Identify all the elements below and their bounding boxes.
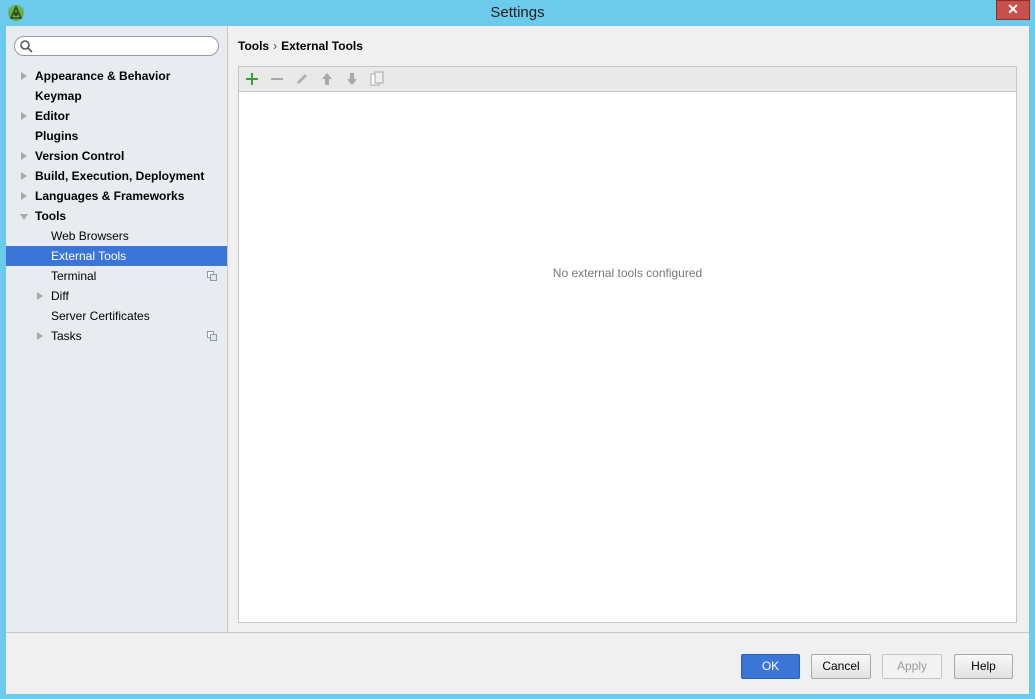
copy-icon[interactable] — [369, 71, 385, 87]
sidebar-item-label: Languages & Frameworks — [35, 189, 185, 203]
title-bar: Settings ✕ — [0, 0, 1035, 26]
settings-sidebar: Appearance & Behavior Keymap Editor Plug… — [6, 26, 228, 632]
sidebar-item-plugins[interactable]: Plugins — [6, 126, 227, 146]
sidebar-item-tools[interactable]: Tools — [6, 206, 227, 226]
breadcrumb: Tools › External Tools — [238, 39, 363, 53]
sidebar-item-label: Web Browsers — [51, 229, 129, 243]
sidebar-item-label: Appearance & Behavior — [35, 69, 171, 83]
expand-arrow-icon[interactable] — [21, 172, 27, 180]
external-tools-list[interactable]: No external tools configured — [238, 92, 1017, 623]
breadcrumb-parent: Tools — [238, 39, 270, 53]
sidebar-item-keymap[interactable]: Keymap — [6, 86, 227, 106]
add-icon[interactable] — [244, 71, 260, 87]
sidebar-item-label: Tasks — [51, 329, 82, 343]
collapse-arrow-icon[interactable] — [20, 214, 28, 220]
sidebar-item-tasks[interactable]: Tasks — [6, 326, 227, 346]
move-down-icon[interactable] — [344, 71, 360, 87]
sidebar-item-label: Build, Execution, Deployment — [35, 169, 205, 183]
sidebar-item-terminal[interactable]: Terminal — [6, 266, 227, 286]
expand-arrow-icon[interactable] — [21, 72, 27, 80]
expand-arrow-icon[interactable] — [21, 152, 27, 160]
sidebar-item-label: External Tools — [51, 249, 127, 263]
external-tools-toolbar — [238, 66, 1017, 92]
search-icon — [20, 40, 33, 53]
close-button[interactable]: ✕ — [996, 0, 1030, 20]
move-up-icon[interactable] — [319, 71, 335, 87]
breadcrumb-current: External Tools — [281, 39, 363, 53]
sidebar-item-diff[interactable]: Diff — [6, 286, 227, 306]
sidebar-item-label: Editor — [35, 109, 70, 123]
sidebar-item-label: Keymap — [35, 89, 82, 103]
sidebar-item-label: Plugins — [35, 129, 79, 143]
sidebar-item-label: Diff — [51, 289, 69, 303]
ok-button[interactable]: OK — [741, 654, 800, 679]
search-input[interactable] — [37, 38, 216, 56]
expand-arrow-icon[interactable] — [37, 332, 43, 340]
cancel-button[interactable]: Cancel — [811, 654, 871, 679]
edit-icon[interactable] — [294, 71, 310, 87]
expand-arrow-icon[interactable] — [21, 192, 27, 200]
sidebar-item-appearance-behavior[interactable]: Appearance & Behavior — [6, 66, 227, 86]
sidebar-item-version-control[interactable]: Version Control — [6, 146, 227, 166]
sidebar-item-build-execution-deployment[interactable]: Build, Execution, Deployment — [6, 166, 227, 186]
help-button[interactable]: Help — [954, 654, 1013, 679]
expand-arrow-icon[interactable] — [21, 112, 27, 120]
apply-button[interactable]: Apply — [882, 654, 942, 679]
remove-icon[interactable] — [269, 71, 285, 87]
project-level-icon — [207, 331, 217, 341]
project-level-icon — [207, 271, 217, 281]
empty-state-text: No external tools configured — [552, 266, 703, 280]
settings-dialog: Appearance & Behavior Keymap Editor Plug… — [6, 26, 1029, 694]
sidebar-item-external-tools[interactable]: External Tools — [6, 246, 227, 266]
window-title: Settings — [490, 4, 545, 21]
sidebar-item-editor[interactable]: Editor — [6, 106, 227, 126]
sidebar-item-label: Version Control — [35, 149, 125, 163]
search-box[interactable] — [14, 36, 219, 56]
sidebar-item-server-certificates[interactable]: Server Certificates — [6, 306, 227, 326]
sidebar-item-languages-frameworks[interactable]: Languages & Frameworks — [6, 186, 227, 206]
sidebar-item-label: Server Certificates — [51, 309, 150, 323]
dialog-footer: OK Cancel Apply Help — [6, 632, 1029, 694]
sidebar-item-label: Terminal — [51, 269, 97, 283]
settings-tree: Appearance & Behavior Keymap Editor Plug… — [6, 66, 227, 346]
expand-arrow-icon[interactable] — [37, 292, 43, 300]
settings-content: Tools › External Tools No external tools… — [228, 26, 1029, 632]
sidebar-item-web-browsers[interactable]: Web Browsers — [6, 226, 227, 246]
sidebar-item-label: Tools — [35, 209, 67, 223]
breadcrumb-separator: › — [273, 39, 278, 53]
